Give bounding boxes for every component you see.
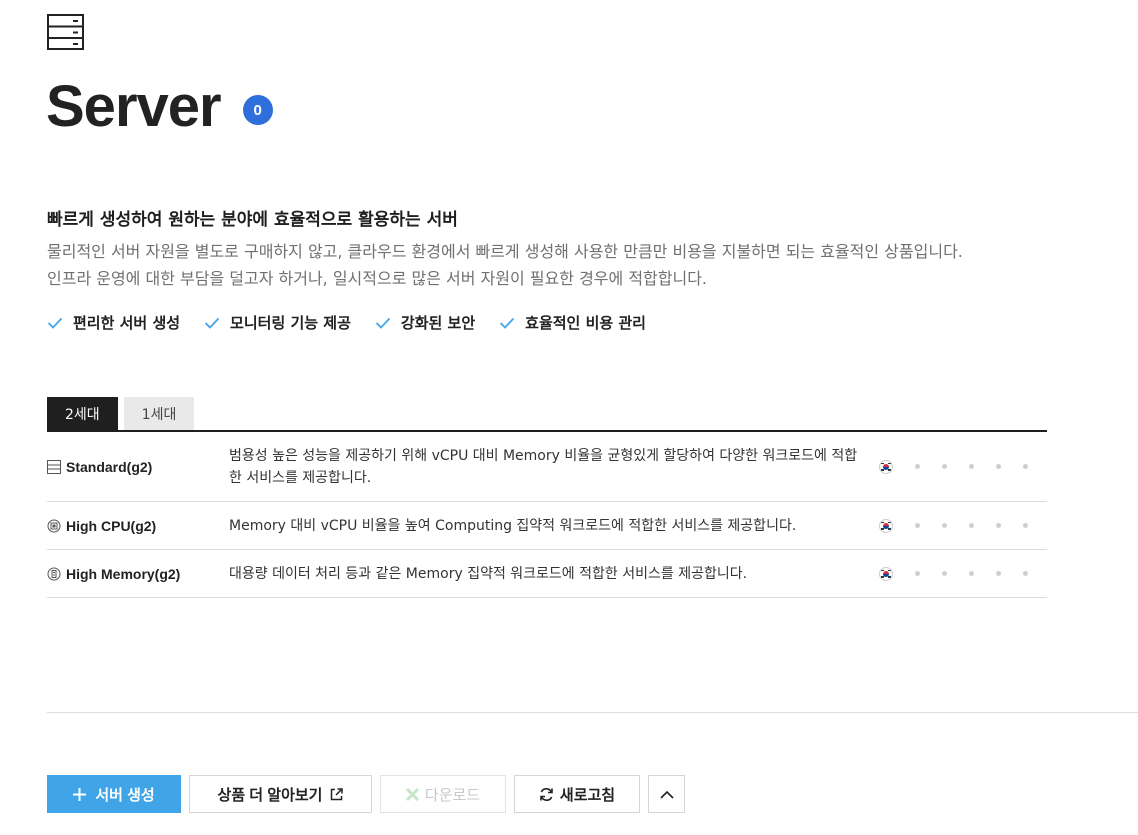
region-dot: [915, 523, 920, 528]
memory-icon: [47, 567, 61, 580]
feature-list: 편리한 서버 생성 모니터링 기능 제공 강화된 보안 효율적인 비용 관리: [47, 312, 646, 333]
region-indicators: [879, 518, 1028, 533]
refresh-button[interactable]: 새로고침: [514, 775, 640, 813]
check-icon: [47, 317, 63, 329]
table-row[interactable]: High Memory(g2) 대용량 데이터 처리 등과 같은 Memory …: [47, 550, 1047, 598]
feature-label: 편리한 서버 생성: [73, 314, 181, 332]
check-icon: [375, 317, 391, 329]
refresh-icon: [539, 787, 554, 802]
server-icon: [47, 14, 85, 52]
refresh-label: 새로고침: [559, 786, 616, 804]
region-dot: [915, 464, 920, 469]
region-dot: [915, 571, 920, 576]
region-dot: [942, 464, 947, 469]
region-dot: [996, 571, 1001, 576]
region-indicators: [879, 566, 1028, 581]
feature-item: 편리한 서버 생성: [47, 312, 180, 333]
title-row: Server 0: [46, 72, 273, 142]
product-table: Standard(g2) 범용성 높은 성능을 제공하기 위해 vCPU 대비 …: [47, 432, 1047, 598]
intro-desc-line-1: 물리적인 서버 자원을 별도로 구매하지 않고, 클라우드 환경에서 빠르게 생…: [47, 242, 963, 261]
region-dot: [1023, 571, 1028, 576]
table-row[interactable]: High CPU(g2) Memory 대비 vCPU 비율을 높여 Compu…: [47, 502, 1047, 550]
intro-description: 물리적인 서버 자원을 별도로 구매하지 않고, 클라우드 환경에서 빠르게 생…: [47, 238, 1117, 292]
tab-gen2[interactable]: 2세대: [47, 397, 118, 431]
product-name[interactable]: Standard(g2): [47, 459, 229, 475]
region-dot: [942, 523, 947, 528]
region-dot: [996, 464, 1001, 469]
section-divider: [47, 712, 1138, 713]
korea-flag-icon: [879, 459, 893, 474]
product-name[interactable]: High CPU(g2): [47, 518, 229, 534]
korea-flag-icon: [879, 566, 893, 581]
product-description: 범용성 높은 성능을 제공하기 위해 vCPU 대비 Memory 비율을 균형…: [229, 447, 858, 486]
intro-desc-line-2: 인프라 운영에 대한 부담을 덜고자 하거나, 일시적으로 많은 서버 자원이 …: [47, 269, 708, 288]
product-name-label: High Memory(g2): [66, 565, 181, 582]
excel-icon: [405, 787, 419, 801]
product-description: 대용량 데이터 처리 등과 같은 Memory 집약적 워크로드에 적합한 서비…: [229, 565, 748, 582]
feature-label: 강화된 보안: [400, 314, 476, 332]
collapse-button[interactable]: [648, 775, 685, 813]
action-bar: 서버 생성 상품 더 알아보기 다운로드 새로고침: [47, 775, 685, 813]
standard-server-icon: [47, 459, 61, 474]
page-title: Server: [46, 74, 222, 139]
check-icon: [204, 317, 220, 329]
create-server-button[interactable]: 서버 생성: [47, 775, 181, 813]
download-button[interactable]: 다운로드: [380, 775, 506, 813]
feature-label: 효율적인 비용 관리: [525, 314, 646, 332]
learn-more-label: 상품 더 알아보기: [217, 786, 323, 804]
generation-tabs: 2세대 1세대: [47, 397, 195, 431]
cpu-icon: [47, 519, 61, 532]
table-row[interactable]: Standard(g2) 범용성 높은 성능을 제공하기 위해 vCPU 대비 …: [47, 432, 1047, 502]
check-icon: [500, 317, 515, 329]
product-name-label: Standard(g2): [66, 458, 153, 475]
region-dot: [1023, 464, 1028, 469]
tab-gen1[interactable]: 1세대: [123, 397, 195, 431]
feature-label: 모니터링 기능 제공: [230, 314, 351, 332]
region-dot: [969, 571, 974, 576]
region-dot: [969, 464, 974, 469]
feature-item: 강화된 보안: [375, 312, 475, 333]
region-dot: [1023, 523, 1028, 528]
create-server-label: 서버 생성: [95, 786, 155, 804]
korea-flag-icon: [879, 518, 893, 533]
product-name-label: High CPU(g2): [66, 517, 157, 534]
product-name[interactable]: High Memory(g2): [47, 566, 229, 582]
feature-item: 효율적인 비용 관리: [499, 312, 646, 333]
region-dot: [996, 523, 1001, 528]
chevron-up-icon: [659, 790, 674, 799]
count-badge: 0: [242, 95, 273, 125]
plus-icon: [73, 787, 87, 801]
region-dot: [942, 571, 947, 576]
learn-more-button[interactable]: 상품 더 알아보기: [189, 775, 372, 813]
region-indicators: [879, 459, 1028, 474]
feature-item: 모니터링 기능 제공: [204, 312, 351, 333]
external-link-icon: [330, 787, 344, 801]
intro-headline: 빠르게 생성하여 원하는 분야에 효율적으로 활용하는 서버: [47, 210, 458, 230]
product-description: Memory 대비 vCPU 비율을 높여 Computing 집약적 워크로드…: [229, 517, 797, 534]
download-label: 다운로드: [424, 786, 481, 804]
region-dot: [969, 523, 974, 528]
